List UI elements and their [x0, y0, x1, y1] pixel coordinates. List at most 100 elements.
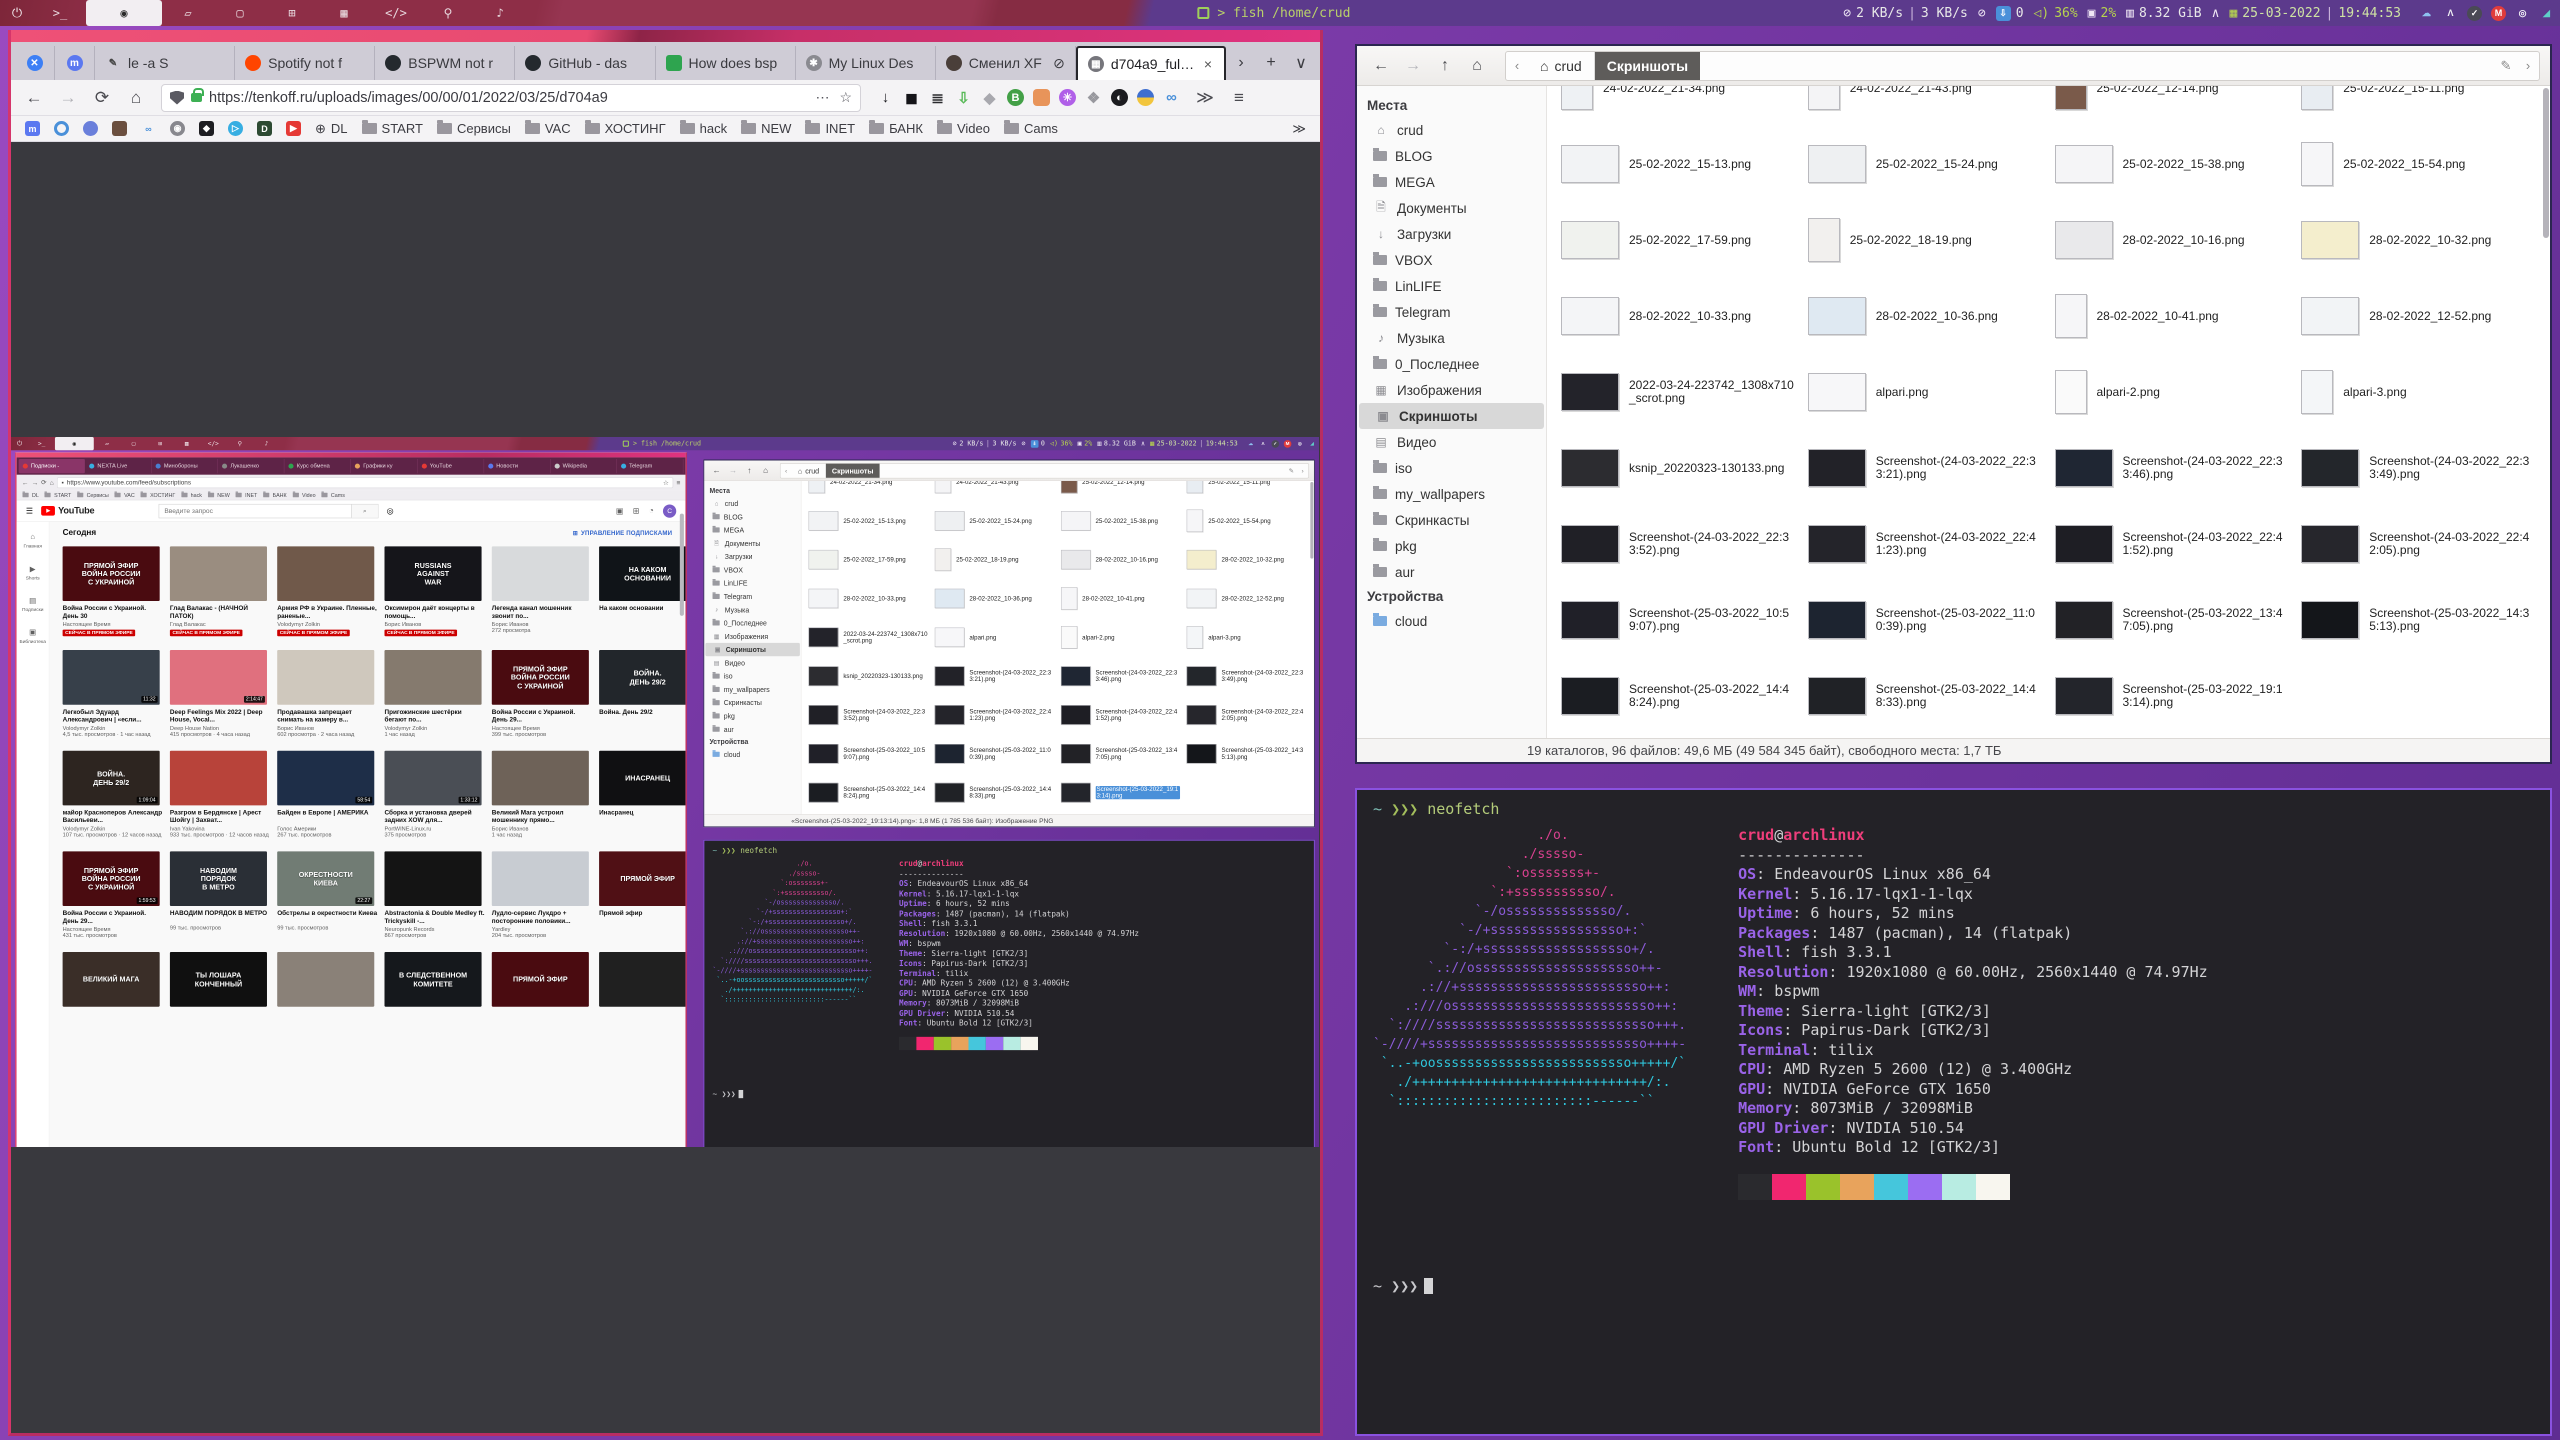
- file-item[interactable]: ksnip_20220323-130133.png: [1557, 430, 1804, 506]
- path-expand-icon[interactable]: ›: [2517, 58, 2539, 73]
- file-item[interactable]: alpari-3.png: [1185, 618, 1311, 657]
- file-item[interactable]: alpari-2.png: [2051, 354, 2298, 430]
- power-icon[interactable]: ⏻: [11, 440, 28, 448]
- file-item[interactable]: 28-02-2022_10-33.png: [807, 579, 933, 618]
- video-card[interactable]: ВОЙНА. ДЕНЬ 29/21:09:04майор Красноперов…: [63, 751, 163, 838]
- inner-tab[interactable]: Новости: [484, 459, 550, 473]
- sidebar-item-cloud[interactable]: cloud: [704, 748, 801, 761]
- url-bar[interactable]: https://tenkoff.ru/uploads/images/00/00/…: [161, 84, 861, 112]
- link-icon[interactable]: ∞: [1163, 89, 1180, 106]
- inner-bookmark[interactable]: hack: [180, 492, 202, 498]
- sidebar-item-aur[interactable]: aur: [704, 723, 801, 736]
- bookmark-NEW[interactable]: NEW: [741, 121, 791, 136]
- link-bookmark-icon[interactable]: ∞: [141, 121, 156, 136]
- video-thumbnail[interactable]: В СЛЕДСТВЕННОМ КОМИТЕТЕ: [384, 952, 481, 1007]
- video-download-icon[interactable]: ⇩: [955, 89, 972, 106]
- file-item[interactable]: Screenshot-(25-03-2022_14:35:13).png: [1185, 734, 1311, 773]
- video-card[interactable]: ИНАСРАНЕЦИнасранец: [599, 751, 687, 838]
- file-item[interactable]: Screenshot-(25-03-2022_11:00:39).png: [1804, 582, 2051, 658]
- video-thumbnail[interactable]: ПРЯМОЙ ЭФИР ВОЙНА РОССИИ С УКРАИНОЙ: [63, 546, 160, 601]
- inner-bookmark[interactable]: DL: [22, 492, 39, 498]
- video-thumbnail[interactable]: [492, 546, 589, 601]
- file-item[interactable]: 25-02-2022_18-19.png: [933, 540, 1059, 579]
- inner-bookmark[interactable]: START: [44, 492, 71, 498]
- file-item[interactable]: 25-02-2022_15-24.png: [933, 501, 1059, 540]
- file-item[interactable]: 25-02-2022_12-14.png: [2051, 86, 2298, 126]
- tab-pin-blue-icon[interactable]: ✕: [15, 46, 55, 80]
- bookmark-ХОСТИНГ[interactable]: ХОСТИНГ: [585, 121, 666, 136]
- manage-subscriptions-button[interactable]: ⊞УПРАВЛЕНИЕ ПОДПИСКАМИ: [573, 529, 672, 536]
- sidebar-item-Загрузки[interactable]: ↓Загрузки: [1357, 221, 1546, 247]
- home-icon[interactable]: ⌂: [50, 479, 54, 487]
- telegram-bookmark-icon[interactable]: ▷: [228, 121, 243, 136]
- mic-icon[interactable]: ◎: [387, 506, 394, 516]
- apps-grid-icon[interactable]: ⊞: [633, 506, 640, 516]
- inner-url-bar[interactable]: ▪https://www.youtube.com/feed/subscripti…: [57, 477, 674, 488]
- sidebar-item-Видео[interactable]: ▤Видео: [1357, 429, 1546, 455]
- bookmark-INET[interactable]: INET: [805, 121, 855, 136]
- video-thumbnail[interactable]: [170, 751, 267, 806]
- reload-button[interactable]: ⟳: [87, 88, 117, 108]
- bookmark-START[interactable]: START: [362, 121, 423, 136]
- path-collapse-icon[interactable]: ‹: [1506, 58, 1528, 73]
- chevron-up-icon[interactable]: ∧: [2212, 6, 2220, 21]
- video-card[interactable]: НА КАКОМ ОСНОВАНИИНа каком основании: [599, 546, 687, 636]
- updates-icon[interactable]: ⇩: [1031, 440, 1039, 448]
- fm-forward-button[interactable]: →: [1399, 57, 1427, 75]
- video-card[interactable]: ВОЙНА. ДЕНЬ 29/2Война. День 29/2: [599, 650, 687, 737]
- stack-bookmark-icon[interactable]: ◆: [199, 121, 214, 136]
- file-item[interactable]: 28-02-2022_12-52.png: [1185, 579, 1311, 618]
- pin-tray-icon[interactable]: ◎: [2515, 6, 2530, 21]
- sidebar-item-0_Последнее[interactable]: 0_Последнее: [704, 616, 801, 629]
- cloud-tray-icon[interactable]: ☁: [1247, 440, 1255, 448]
- video-thumbnail[interactable]: [384, 650, 481, 705]
- video-card[interactable]: 11:32Легкобыл Эдуард Александрович | «ес…: [63, 650, 163, 737]
- video-thumbnail[interactable]: [277, 952, 374, 1007]
- file-item[interactable]: 25-02-2022_15-11.png: [1185, 481, 1311, 501]
- youtube-bookmark-icon[interactable]: ▶: [286, 121, 301, 136]
- path-segment-crud[interactable]: ⌂crud: [1528, 52, 1595, 80]
- hamburger-menu-icon[interactable]: ≡: [1224, 88, 1254, 108]
- file-item[interactable]: Screenshot-(24-03-2022_22:33:52).png: [1557, 506, 1804, 582]
- file-item[interactable]: 28-02-2022_10-16.png: [2051, 202, 2298, 278]
- sidebar-item-BLOG[interactable]: BLOG: [1357, 143, 1546, 169]
- inner-tab[interactable]: Минобороны: [152, 459, 218, 473]
- video-thumbnail[interactable]: [170, 546, 267, 601]
- rail-item-Главная[interactable]: ⌂Главная: [17, 526, 49, 556]
- inner-bookmark[interactable]: ХОСТИНГ: [140, 492, 175, 498]
- file-item[interactable]: Screenshot-(24-03-2022_22:33:46).png: [1059, 657, 1185, 696]
- rail-item-Shorts[interactable]: ▶Shorts: [17, 558, 49, 588]
- reload-icon[interactable]: ⟳: [41, 478, 47, 486]
- mastodon-bookmark-icon[interactable]: m: [25, 121, 40, 136]
- video-thumbnail[interactable]: ВЕЛИКИЙ МАГА: [63, 952, 160, 1007]
- overflow-menu-icon[interactable]: ≫: [1190, 88, 1220, 108]
- bookmark-star-icon[interactable]: ☆: [839, 89, 852, 106]
- firefox-window-border[interactable]: [11, 30, 1320, 42]
- sidebar-item-Скриншоты[interactable]: ▣Скриншоты: [705, 643, 800, 656]
- path-segment-Скриншоты[interactable]: Скриншоты: [1595, 52, 1700, 80]
- sidebar-item-Документы[interactable]: 🗎Документы: [704, 537, 801, 550]
- file-item[interactable]: Screenshot-(24-03-2022_22:42:05).png: [1185, 696, 1311, 735]
- workspace-files[interactable]: ▱: [94, 437, 121, 450]
- new-tab-button[interactable]: +: [1256, 46, 1286, 80]
- sidebar-item-cloud[interactable]: cloud: [1357, 608, 1546, 634]
- sidebar-item-Telegram[interactable]: Telegram: [704, 590, 801, 603]
- workspace-window[interactable]: ▢: [214, 0, 266, 26]
- inner-bookmark[interactable]: БАНК: [262, 492, 286, 498]
- file-item[interactable]: Screenshot-(25-03-2022_14:48:33).png: [933, 773, 1059, 812]
- file-item[interactable]: Screenshot-(25-03-2022_14:48:24).png: [1557, 658, 1804, 734]
- workspace-music[interactable]: ♪: [474, 0, 526, 26]
- file-item[interactable]: 24-02-2022_21-43.png: [1804, 86, 2051, 126]
- sidebar-item-aur[interactable]: aur: [1357, 559, 1546, 585]
- bookmark-hack[interactable]: hack: [680, 121, 727, 136]
- file-item[interactable]: Screenshot-(25-03-2022_14:48:33).png: [1804, 658, 2051, 734]
- updates-icon[interactable]: ⇩: [1996, 6, 2011, 21]
- file-item[interactable]: 25-02-2022_15-38.png: [2051, 126, 2298, 202]
- sidebar-item-Скринкасты[interactable]: Скринкасты: [1357, 507, 1546, 533]
- file-item[interactable]: 28-02-2022_10-36.png: [933, 579, 1059, 618]
- video-thumbnail[interactable]: ПРЯМОЙ ЭФИР: [599, 851, 687, 906]
- lambda-tray-icon[interactable]: Λ: [1259, 440, 1267, 448]
- workspace-image[interactable]: ▦: [173, 437, 200, 450]
- mic-muted-icon[interactable]: ⊘: [1978, 6, 1986, 21]
- sidebar-item-Изображения[interactable]: ▦Изображения: [704, 630, 801, 643]
